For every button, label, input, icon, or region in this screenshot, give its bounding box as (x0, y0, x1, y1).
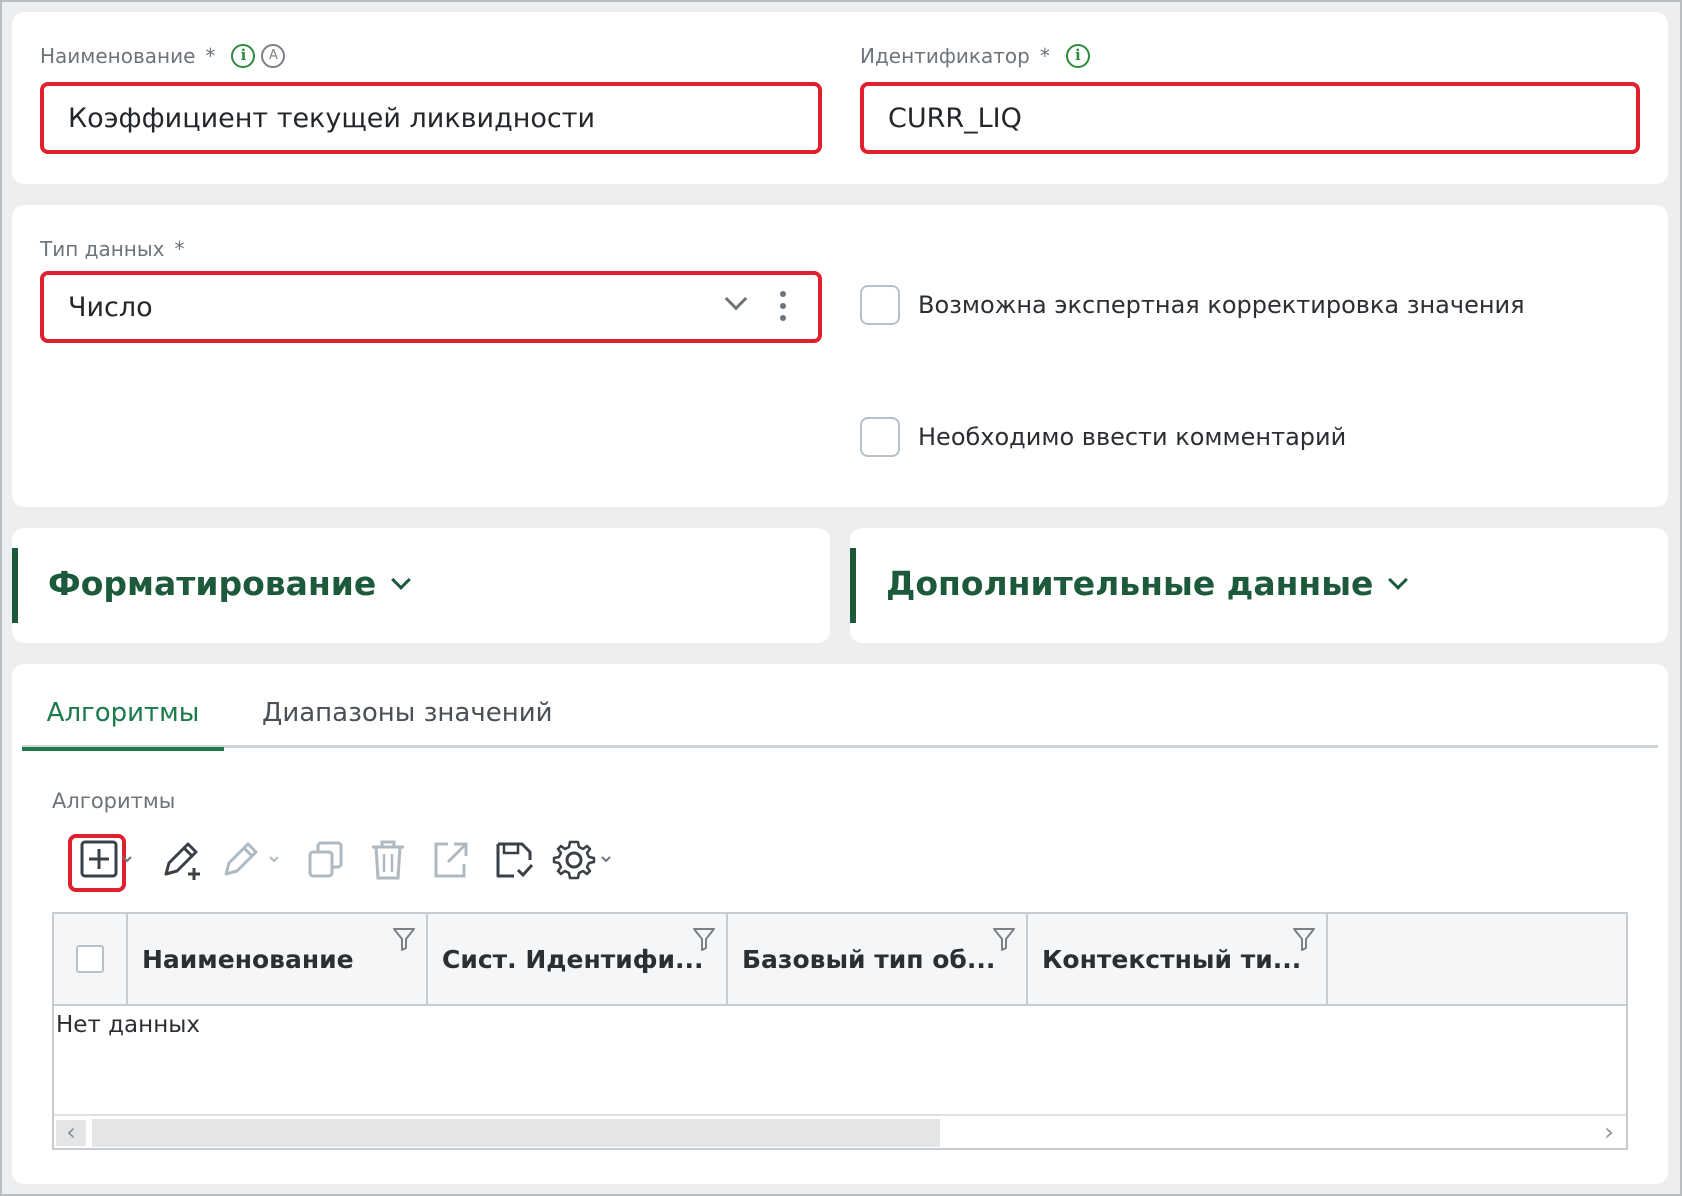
save-check-button[interactable] (488, 830, 540, 890)
name-input-value: Коэффициент текущей ликвидности (68, 102, 596, 134)
column-header-label: Наименование (142, 944, 354, 974)
edit-icon[interactable] (218, 830, 290, 890)
save-check-icon[interactable] (488, 830, 540, 890)
column-header-label: Сист. Идентифи... (442, 944, 704, 974)
algorithms-toolbar (52, 830, 752, 892)
delete-button[interactable] (364, 830, 412, 890)
add-icon[interactable] (76, 830, 136, 890)
delete-icon[interactable] (364, 830, 412, 890)
comment-required-row[interactable]: Необходимо ввести комментарий (860, 417, 1346, 457)
column-header-system-id[interactable]: Сист. Идентифи... (428, 914, 728, 1004)
additional-data-section-title: Дополнительные данные (886, 564, 1374, 603)
scroll-right-icon[interactable]: › (1594, 1120, 1624, 1146)
identifier-input[interactable]: CURR_LIQ (860, 82, 1640, 154)
select-all-checkbox[interactable] (76, 945, 104, 973)
info-icon[interactable]: i (1065, 44, 1090, 68)
data-type-select[interactable]: Число (40, 271, 822, 343)
empty-table-message: Нет данных (56, 1012, 200, 1038)
select-all-cell (54, 914, 128, 1004)
chevron-down-icon[interactable] (1388, 569, 1409, 590)
scroll-left-icon[interactable]: ‹ (56, 1120, 86, 1146)
copy-button[interactable] (302, 830, 350, 890)
add-button[interactable] (76, 830, 136, 890)
edit-add-button[interactable] (156, 830, 208, 890)
column-header-label: Контекстный ти... (1042, 944, 1302, 974)
filter-icon[interactable] (392, 926, 416, 952)
filter-icon[interactable] (692, 926, 716, 952)
name-field-label-row: Наименование * i A (40, 44, 286, 68)
additional-data-section[interactable]: Дополнительные данные (850, 528, 1668, 643)
algorithms-panel-label: Алгоритмы (52, 789, 176, 813)
more-vertical-icon[interactable] (780, 291, 786, 325)
section-accent-bar (850, 548, 856, 623)
tabs-card: Алгоритмы Диапазоны значений Алгоритмы Н… (12, 664, 1668, 1184)
tab-algorithms[interactable]: Алгоритмы (22, 678, 224, 751)
comment-required-checkbox[interactable] (860, 417, 900, 457)
filter-icon[interactable] (1292, 926, 1316, 952)
tab-value-ranges-label: Диапазоны значений (262, 698, 553, 728)
edit-button[interactable] (218, 830, 290, 890)
type-field-label-row: Тип данных * (40, 237, 185, 261)
settings-button[interactable] (550, 830, 620, 890)
edit-add-icon[interactable] (156, 830, 208, 890)
name-card: Наименование * i A Коэффициент текущей ли… (12, 12, 1668, 184)
info-icon[interactable]: i (231, 44, 256, 68)
required-mark: * (205, 44, 216, 68)
expert-correction-row[interactable]: Возможна экспертная корректировка значен… (860, 285, 1525, 325)
column-header-base-type[interactable]: Базовый тип об... (728, 914, 1028, 1004)
required-mark: * (174, 237, 185, 261)
formatting-section[interactable]: Форматирование (12, 528, 830, 643)
tab-algorithms-label: Алгоритмы (46, 697, 200, 728)
horizontal-scrollbar[interactable]: ‹ › (54, 1114, 1626, 1148)
filter-icon[interactable] (992, 926, 1016, 952)
formatting-section-title: Форматирование (48, 564, 377, 603)
open-external-icon[interactable] (426, 830, 474, 890)
comment-required-label: Необходимо ввести комментарий (918, 423, 1347, 451)
copy-icon[interactable] (302, 830, 350, 890)
tab-value-ranges[interactable]: Диапазоны значений (262, 678, 553, 748)
auto-translate-icon[interactable]: A (261, 44, 286, 68)
name-field-label: Наименование (40, 44, 196, 68)
open-external-button[interactable] (426, 830, 474, 890)
type-field-label: Тип данных (40, 237, 165, 261)
additional-data-section-header[interactable]: Дополнительные данные (886, 564, 1409, 603)
column-header-name[interactable]: Наименование (128, 914, 428, 1004)
section-accent-bar (12, 548, 18, 623)
formatting-section-header[interactable]: Форматирование (48, 564, 412, 603)
algorithms-table: Наименование Сист. Идентифи... Базовый т… (52, 912, 1628, 1150)
chevron-down-icon[interactable] (724, 287, 748, 311)
table-header: Наименование Сист. Идентифи... Базовый т… (54, 914, 1626, 1006)
data-type-card: Тип данных * Число Возможна экспертная ко… (12, 205, 1668, 507)
name-input[interactable]: Коэффициент текущей ликвидности (40, 82, 822, 154)
chevron-down-icon[interactable] (391, 569, 412, 590)
expert-correction-label: Возможна экспертная корректировка значен… (918, 291, 1525, 319)
tab-bar: Алгоритмы Диапазоны значений (22, 678, 1658, 751)
expert-correction-checkbox[interactable] (860, 285, 900, 325)
column-header-label: Базовый тип об... (742, 944, 996, 974)
id-field-label: Идентификатор (860, 44, 1030, 68)
identifier-input-value: CURR_LIQ (888, 102, 1022, 134)
required-mark: * (1039, 44, 1050, 68)
id-field-label-row: Идентификатор * i (860, 44, 1090, 68)
scrollbar-thumb[interactable] (92, 1119, 940, 1147)
column-header-context-type[interactable]: Контекстный ти... (1028, 914, 1328, 1004)
settings-icon[interactable] (550, 830, 620, 890)
data-type-value: Число (68, 291, 153, 323)
